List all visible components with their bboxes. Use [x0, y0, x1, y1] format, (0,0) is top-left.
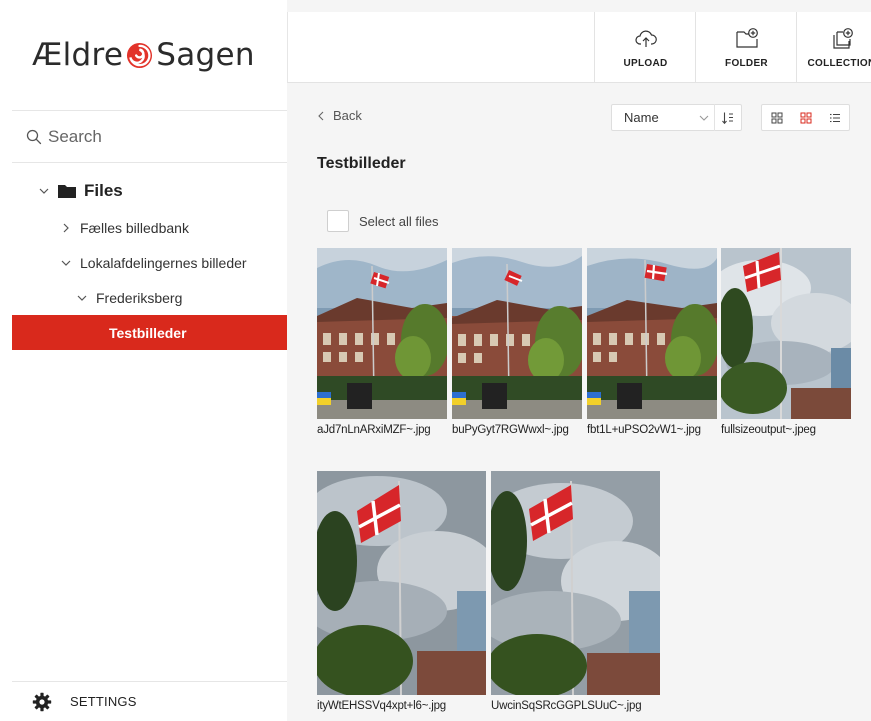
file-name: fbt1L+uPSO2vW1~.jpg: [587, 424, 701, 436]
file-card[interactable]: fbt1L+uPSO2vW1~.jpg: [587, 248, 717, 436]
tree-item-label: Lokalafdelingernes billeder: [80, 254, 247, 271]
toolbar: UPLOAD FOLDER COLLECTION: [287, 12, 871, 83]
file-card[interactable]: fullsizeoutput~.jpeg: [721, 248, 851, 436]
photo-sky-flag: [317, 471, 486, 695]
checkbox[interactable]: [327, 210, 349, 232]
tree-item-faelles-billedbank[interactable]: Fælles billedbank: [12, 210, 287, 245]
file-name: aJd7nLnARxiMZF~.jpg: [317, 424, 431, 436]
file-name: fullsizeoutput~.jpeg: [721, 424, 816, 436]
sort-ascending-icon: [722, 112, 733, 124]
upload-label: UPLOAD: [623, 57, 668, 69]
collection-plus-icon: [832, 27, 853, 49]
folder-tree: Files Fælles billedbank Lokalafdelingern…: [12, 172, 287, 350]
chevron-left-icon: [318, 111, 324, 120]
file-name: ityWtEHSSVq4xpt+l6~.jpg: [317, 700, 446, 712]
cloud-upload-icon: [634, 30, 657, 47]
collection-label: COLLECTION: [807, 57, 871, 69]
sort-value: Name: [624, 110, 659, 125]
tree-root-label: Files: [84, 181, 123, 200]
brand-swirl-icon: [127, 42, 153, 68]
view-small-grid-button[interactable]: [762, 105, 791, 130]
photo-building-flag: [452, 248, 582, 419]
main-panel: UPLOAD FOLDER COLLECTION Back Name Testb…: [287, 0, 871, 721]
tree-item-testbilleder[interactable]: Testbilleder: [12, 315, 287, 350]
sort-select[interactable]: Name: [611, 104, 742, 131]
back-label: Back: [333, 108, 362, 123]
view-large-grid-button[interactable]: [791, 105, 820, 130]
file-name: buPyGyt7RGWwxl~.jpg: [452, 424, 569, 436]
select-all-label: Select all files: [359, 213, 439, 229]
photo-building-flag: [317, 248, 447, 419]
page-title: Testbilleder: [317, 155, 406, 172]
settings-label: SETTINGS: [70, 694, 137, 709]
photo-sky-flag: [491, 471, 660, 695]
chevron-down-icon[interactable]: [76, 292, 88, 304]
back-link[interactable]: Back: [317, 108, 362, 123]
photo-building-flag: [587, 248, 717, 419]
search-icon: [26, 129, 42, 144]
photo-sky-flag: [721, 248, 851, 419]
folder-label: FOLDER: [725, 57, 768, 69]
select-all-checkbox[interactable]: Select all files: [327, 210, 438, 232]
grid-small-icon: [771, 112, 782, 123]
chevron-down-icon[interactable]: [60, 257, 72, 269]
tree-item-lokalafdelingernes-billeder[interactable]: Lokalafdelingernes billeder: [12, 245, 287, 280]
new-folder-button[interactable]: FOLDER: [695, 12, 797, 83]
folder-icon: [58, 185, 76, 198]
grid-large-icon: [800, 112, 811, 123]
list-icon: [829, 113, 840, 122]
logo-text-right: Sagen: [156, 37, 255, 73]
logo-text-left: Ældre: [32, 37, 124, 73]
sidebar: Ældre Sagen Search Files Fælles billedba…: [0, 0, 287, 721]
tree-root-files[interactable]: Files: [12, 172, 287, 210]
settings-button[interactable]: SETTINGS: [12, 681, 287, 721]
gear-icon: [32, 692, 52, 711]
search-input[interactable]: Search: [12, 111, 287, 163]
chevron-down-icon[interactable]: [38, 185, 50, 197]
file-name: UwcinSqSRcGGPLSUuC~.jpg: [491, 700, 642, 712]
chevron-right-icon[interactable]: [60, 222, 72, 234]
file-card[interactable]: UwcinSqSRcGGPLSUuC~.jpg: [491, 471, 660, 712]
search-placeholder: Search: [48, 126, 102, 146]
brand-logo[interactable]: Ældre Sagen: [0, 0, 287, 110]
view-mode-toggle: [761, 104, 850, 131]
tree-item-label: Fælles billedbank: [80, 219, 189, 236]
chevron-down-icon: [699, 115, 709, 121]
tree-item-frederiksberg[interactable]: Frederiksberg: [12, 280, 287, 315]
file-card[interactable]: buPyGyt7RGWwxl~.jpg: [452, 248, 582, 436]
view-list-button[interactable]: [820, 105, 849, 130]
file-card[interactable]: aJd7nLnARxiMZF~.jpg: [317, 248, 447, 436]
folder-plus-icon: [735, 27, 758, 48]
tree-item-label: Frederiksberg: [96, 289, 183, 306]
sort-direction-button[interactable]: [715, 104, 741, 131]
tree-item-label: Testbilleder: [109, 324, 187, 341]
upload-button[interactable]: UPLOAD: [594, 12, 696, 83]
file-card[interactable]: ityWtEHSSVq4xpt+l6~.jpg: [317, 471, 486, 712]
new-collection-button[interactable]: COLLECTION: [796, 12, 871, 83]
